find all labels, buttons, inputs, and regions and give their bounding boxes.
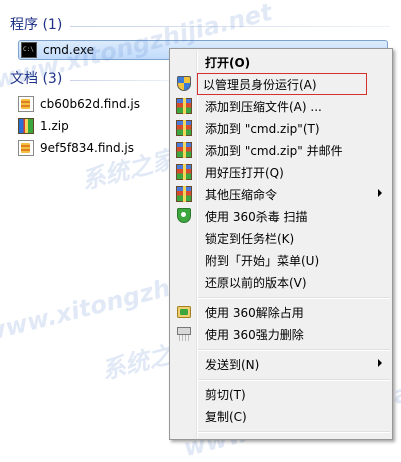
menu-item-add-to-archive[interactable]: 添加到压缩文件(A) ... bbox=[172, 95, 390, 117]
menu-item-open[interactable]: 打开(O) bbox=[172, 51, 390, 73]
result-item-js-1[interactable]: cb60b62d.find.js bbox=[18, 94, 140, 114]
menu-item-other-commands[interactable]: 其他压缩命令 bbox=[172, 183, 390, 205]
menu-item-label: 还原以前的版本(V) bbox=[205, 275, 307, 290]
menu-item-label: 使用 360强力删除 bbox=[205, 327, 304, 342]
haozip-icon bbox=[176, 98, 192, 114]
submenu-arrow-icon bbox=[378, 189, 382, 197]
menu-item-run-as-admin[interactable]: 以管理员身份运行(A) bbox=[197, 73, 367, 95]
context-menu: 打开(O) 以管理员身份运行(A) 添加到压缩文件(A) ... 添加到 "cm… bbox=[169, 48, 393, 440]
menu-item-unlock-360[interactable]: 使用 360解除占用 bbox=[172, 301, 390, 323]
menu-item-cut[interactable]: 剪切(T) bbox=[172, 383, 390, 405]
360-shield-icon bbox=[176, 208, 192, 224]
menu-item-scan-360[interactable]: 使用 360杀毒 扫描 bbox=[172, 205, 390, 227]
documents-header-divider bbox=[70, 80, 170, 81]
menu-separator bbox=[198, 349, 390, 351]
haozip-icon bbox=[176, 120, 192, 136]
menu-item-shred-360[interactable]: 使用 360强力删除 bbox=[172, 323, 390, 345]
js-file-icon bbox=[18, 96, 34, 112]
menu-separator bbox=[198, 379, 390, 381]
cmd-icon bbox=[21, 42, 37, 58]
haozip-icon bbox=[176, 186, 192, 202]
menu-separator bbox=[198, 297, 390, 299]
menu-item-label: 用好压打开(Q) bbox=[205, 165, 284, 180]
menu-item-label: 剪切(T) bbox=[205, 387, 246, 402]
programs-header-divider bbox=[70, 26, 390, 27]
menu-item-label: 添加到 "cmd.zip"(T) bbox=[205, 121, 320, 136]
js-file-icon bbox=[18, 140, 34, 156]
documents-group-header[interactable]: 文档 (3) bbox=[10, 68, 62, 88]
menu-item-label: 复制(C) bbox=[205, 409, 247, 424]
menu-item-label: 打开(O) bbox=[205, 55, 251, 70]
programs-header-label: 程序 (1) bbox=[10, 17, 63, 33]
result-item-label: cmd.exe bbox=[43, 43, 95, 57]
result-item-label: 9ef5f834.find.js bbox=[40, 141, 135, 155]
documents-header-label: 文档 (3) bbox=[10, 71, 63, 87]
menu-item-label: 以管理员身份运行(A) bbox=[203, 77, 317, 92]
menu-item-restore-versions[interactable]: 还原以前的版本(V) bbox=[172, 271, 390, 293]
menu-item-copy[interactable]: 复制(C) bbox=[172, 405, 390, 427]
result-item-label: 1.zip bbox=[40, 119, 69, 133]
menu-item-label: 其他压缩命令 bbox=[205, 187, 278, 202]
unlock-icon bbox=[176, 304, 192, 320]
zip-file-icon bbox=[18, 118, 34, 134]
menu-item-label: 添加到压缩文件(A) ... bbox=[205, 99, 322, 114]
menu-item-pin-taskbar[interactable]: 锁定到任务栏(K) bbox=[172, 227, 390, 249]
uac-shield-icon bbox=[176, 76, 192, 92]
result-item-js-2[interactable]: 9ef5f834.find.js bbox=[18, 138, 134, 158]
programs-group-header[interactable]: 程序 (1) bbox=[10, 14, 62, 34]
menu-item-label: 发送到(N) bbox=[205, 357, 260, 372]
result-item-zip[interactable]: 1.zip bbox=[18, 116, 69, 136]
menu-item-label: 使用 360解除占用 bbox=[205, 305, 304, 320]
submenu-arrow-icon bbox=[378, 359, 382, 367]
menu-item-send-to[interactable]: 发送到(N) bbox=[172, 353, 390, 375]
result-item-label: cb60b62d.find.js bbox=[40, 97, 140, 111]
menu-item-pin-start[interactable]: 附到「开始」菜单(U) bbox=[172, 249, 390, 271]
menu-separator bbox=[198, 431, 390, 433]
haozip-icon bbox=[176, 164, 192, 180]
menu-item-add-to-zip[interactable]: 添加到 "cmd.zip"(T) bbox=[172, 117, 390, 139]
shredder-icon bbox=[176, 326, 192, 342]
haozip-icon bbox=[176, 142, 192, 158]
menu-item-open-with-haozip[interactable]: 用好压打开(Q) bbox=[172, 161, 390, 183]
menu-item-label: 添加到 "cmd.zip" 并邮件 bbox=[205, 143, 343, 158]
menu-item-add-to-zip-mail[interactable]: 添加到 "cmd.zip" 并邮件 bbox=[172, 139, 390, 161]
menu-item-label: 使用 360杀毒 扫描 bbox=[205, 209, 308, 224]
menu-item-label: 附到「开始」菜单(U) bbox=[205, 253, 320, 268]
menu-item-label: 锁定到任务栏(K) bbox=[205, 231, 295, 246]
